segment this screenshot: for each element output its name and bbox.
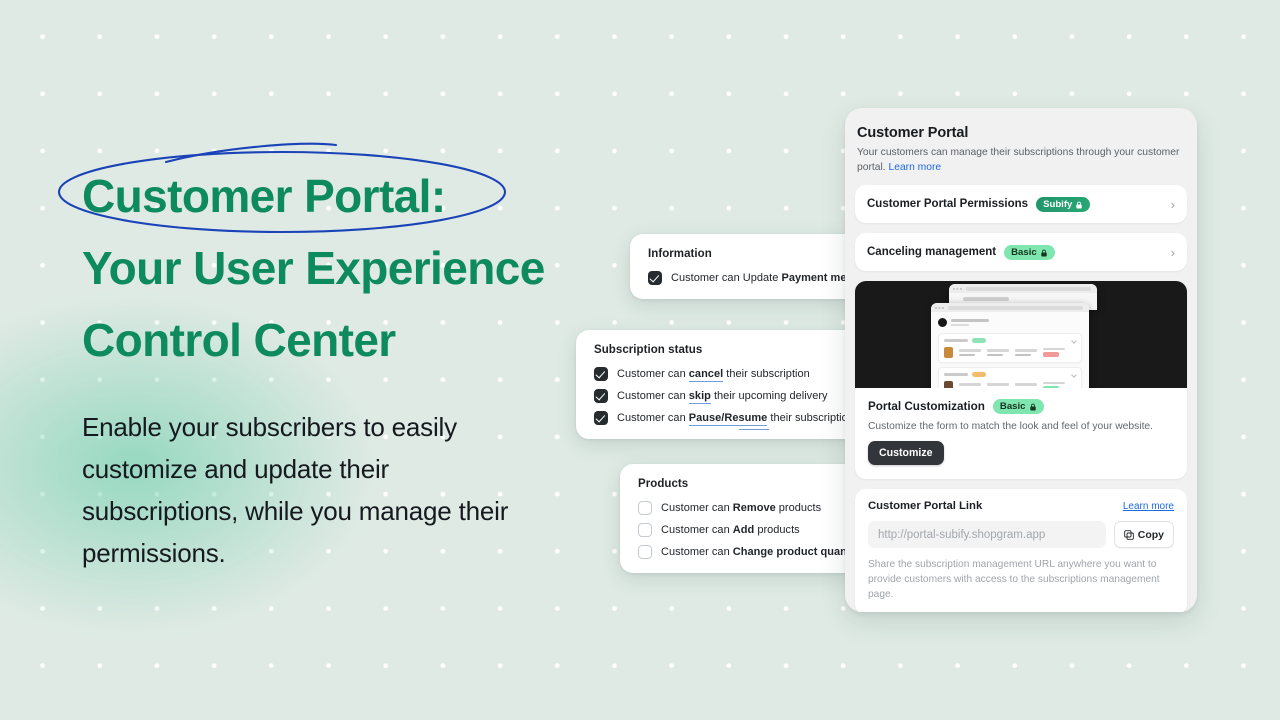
row-canceling-management[interactable]: Canceling management Basic ›: [855, 233, 1187, 271]
permission-label: Customer can Add products: [661, 524, 800, 536]
checkbox-unchecked-icon[interactable]: [638, 523, 652, 537]
preview-browser-bar: [931, 303, 1089, 312]
panel-header: Customer Portal Your customers can manag…: [855, 120, 1187, 175]
permission-label: Customer can Change product quantity: [661, 546, 864, 558]
permission-label: Customer can cancel their subscription: [617, 368, 810, 382]
status-badge-basic: Basic: [992, 399, 1044, 414]
preview-row-line: [944, 347, 1076, 358]
permission-row[interactable]: Customer can cancel their subscription: [594, 367, 844, 382]
customization-description: Customize the form to match the look and…: [868, 421, 1154, 432]
copy-button-label: Copy: [1137, 528, 1164, 541]
lock-icon: [1076, 201, 1083, 208]
chevron-right-icon[interactable]: ›: [1171, 246, 1175, 259]
learn-more-link[interactable]: Learn more: [1123, 501, 1174, 512]
chevron-down-icon: [1071, 371, 1077, 378]
underline-decoration: [739, 428, 769, 430]
checkbox-checked-icon[interactable]: [594, 411, 608, 425]
link-card-title: Customer Portal Link: [868, 500, 983, 512]
preview-header: [938, 318, 1082, 327]
permission-row[interactable]: Customer can Update Payment method: [648, 271, 870, 285]
chevron-right-icon[interactable]: ›: [1171, 198, 1175, 211]
copy-icon: [1123, 529, 1134, 540]
panel-subtitle: Your customers can manage their subscrip…: [857, 147, 1180, 173]
row-customer-portal-permissions[interactable]: Customer Portal Permissions Subify ›: [855, 185, 1187, 223]
headline-line-1: Customer Portal:: [82, 170, 446, 222]
hero-banner: Customer Portal: Your User Experience Co…: [0, 0, 1280, 720]
preview-subscription-row: [938, 367, 1082, 388]
preview-tab: [963, 297, 1009, 301]
permission-row[interactable]: Customer can Change product quantity: [638, 545, 863, 559]
subscription-status-card-title: Subscription status: [594, 344, 703, 356]
permission-row[interactable]: Customer can skip their upcoming deliver…: [594, 389, 844, 404]
page-title: Customer Portal: Your User Experience Co…: [82, 160, 642, 376]
preview-row-head: [944, 371, 1077, 378]
permission-label: Customer can skip their upcoming deliver…: [617, 390, 828, 404]
permission-label: Customer can Remove products: [661, 502, 822, 514]
hero-copy: Customer Portal: Your User Experience Co…: [57, 142, 642, 574]
preview-content: [931, 312, 1089, 388]
status-badge-subify: Subify: [1036, 196, 1091, 212]
permission-row[interactable]: Customer can Add products: [638, 523, 844, 537]
portal-preview-image: [855, 281, 1187, 388]
customization-title: Portal Customization: [868, 400, 985, 413]
lock-icon: [1029, 403, 1036, 411]
badge-label: Basic: [1011, 246, 1037, 258]
customization-body: Portal Customization Basic Customize the…: [855, 388, 1187, 479]
avatar: [938, 318, 947, 327]
badge-label: Basic: [999, 401, 1026, 412]
preview-window-front: [931, 303, 1089, 388]
preview-title-lines: [951, 319, 989, 326]
product-thumbnail: [944, 381, 953, 388]
permission-row[interactable]: Customer can Remove products: [638, 501, 844, 515]
preview-url-bar: [948, 306, 1083, 310]
hero-body-text: Enable your subscribers to easily custom…: [82, 412, 509, 568]
headline-line-3: Control Center: [82, 314, 396, 366]
link-input-row: Copy: [868, 521, 1174, 548]
portal-link-input[interactable]: [868, 521, 1106, 548]
preview-row-line: [944, 381, 1076, 388]
checkbox-checked-icon[interactable]: [594, 367, 608, 381]
checkbox-unchecked-icon[interactable]: [638, 501, 652, 515]
information-card: Information Customer can Update Payment …: [630, 234, 870, 299]
permission-row[interactable]: Customer can Pause/Resume their subscrip…: [594, 411, 887, 430]
panel-title: Customer Portal: [857, 125, 969, 141]
products-card-title: Products: [638, 478, 689, 490]
subscription-status-card: Subscription status Customer can cancel …: [576, 330, 887, 439]
preview-subscription-row: [938, 333, 1082, 363]
customization-title-row: Portal Customization Basic: [868, 399, 1174, 414]
lock-icon: [1040, 249, 1047, 256]
learn-more-link[interactable]: Learn more: [888, 162, 941, 173]
row-label: Canceling management: [867, 246, 997, 258]
headline-line-2: Your User Experience: [82, 242, 545, 294]
information-card-title: Information: [648, 248, 712, 260]
portal-link-note: Share the subscription management URL an…: [868, 559, 1160, 600]
preview-browser-bar: [949, 284, 1097, 293]
checkbox-unchecked-icon[interactable]: [638, 545, 652, 559]
checkbox-checked-icon[interactable]: [648, 271, 662, 285]
row-label: Customer Portal Permissions: [867, 198, 1029, 210]
product-thumbnail: [944, 347, 953, 358]
badge-label: Subify: [1043, 198, 1073, 210]
portal-customization-card: Portal Customization Basic Customize the…: [855, 281, 1187, 479]
customer-portal-panel: Customer Portal Your customers can manag…: [845, 108, 1197, 612]
products-card: Products Customer can Remove products Cu…: [620, 464, 863, 573]
preview-url-bar: [966, 287, 1091, 291]
permission-label: Customer can Update Payment method: [671, 272, 871, 284]
link-card-header: Customer Portal Link Learn more: [868, 500, 1174, 512]
checkbox-checked-icon[interactable]: [594, 389, 608, 403]
copy-button[interactable]: Copy: [1113, 521, 1174, 548]
preview-row-head: [944, 337, 1077, 344]
customize-button[interactable]: Customize: [868, 441, 944, 465]
customer-portal-link-card: Customer Portal Link Learn more Copy Sha…: [855, 489, 1187, 612]
status-badge-basic: Basic: [1004, 244, 1055, 260]
chevron-down-icon: [1071, 337, 1077, 344]
